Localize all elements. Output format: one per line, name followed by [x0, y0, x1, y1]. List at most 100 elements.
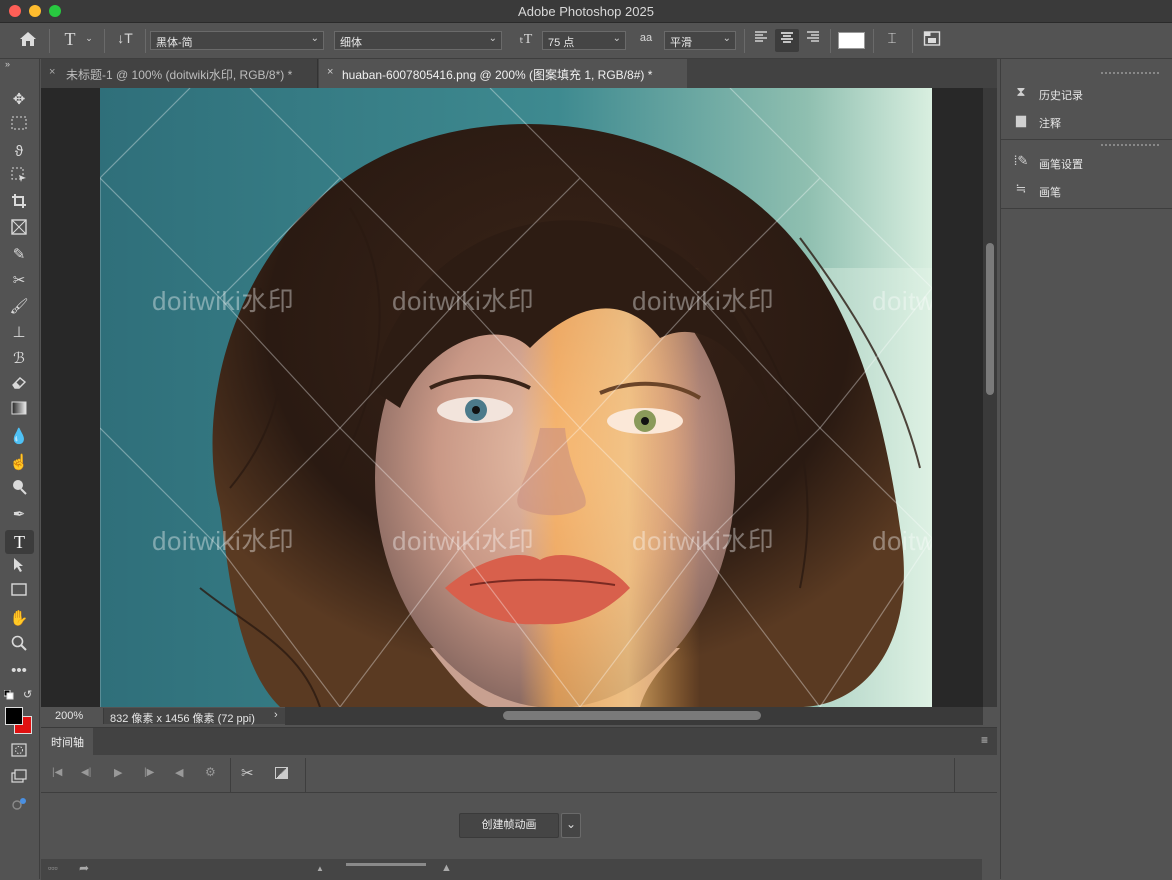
watermark-text: doitwiki水印	[632, 526, 775, 556]
horizontal-scrollbar-thumb[interactable]	[503, 711, 761, 720]
text-orientation-icon[interactable]: ↓T	[114, 30, 136, 46]
render-video-icon[interactable]: ➦	[79, 861, 89, 875]
history-icon: ⧗	[1016, 84, 1026, 99]
align-right-icon[interactable]	[802, 31, 824, 51]
panel-brush-settings[interactable]: ⁞✎ 画笔设置	[1011, 153, 1161, 173]
chevron-down-icon: ⌄	[488, 33, 497, 44]
panel-brushes[interactable]: ≒ 画笔	[1011, 181, 1161, 201]
tab-untitled-1[interactable]: × 未标题-1 @ 100% (doitwiki水印, RGB/8*) *	[41, 59, 318, 88]
watermark-text: doitwiki水印	[152, 526, 295, 556]
font-style-select[interactable]: 细体 ⌄	[334, 31, 502, 50]
tab-huaban-image[interactable]: × huaban-6007805416.png @ 200% (图案填充 1, …	[319, 59, 687, 88]
quick-mask-icon[interactable]	[8, 743, 30, 763]
antialias-select[interactable]: 平滑 ⌄	[664, 31, 736, 50]
clone-stamp-tool-icon[interactable]: ⊥	[8, 323, 30, 343]
chevron-down-icon: ⌄	[310, 33, 319, 44]
watermark-text: doitwiki水印	[872, 526, 932, 556]
right-panel-dock: ⧗ 历史记录 ▆ 注释 ⁞✎ 画笔设置 ≒ 画笔	[1000, 59, 1172, 879]
tools-panel: » ✥ ϑ ✎ ✂ 🖌 ⊥ ℬ 💧 ☝ ✒ T ✋ ••• ↺	[0, 59, 40, 879]
expand-panel-icon[interactable]: »	[5, 59, 10, 69]
warp-text-icon[interactable]: ⌶	[881, 30, 903, 47]
swap-colors-icon[interactable]: ↺	[23, 688, 32, 701]
share-icon[interactable]	[8, 796, 30, 816]
align-center-icon[interactable]	[775, 29, 799, 52]
portrait-photo	[100, 88, 932, 707]
smudge-tool-icon[interactable]: ☝	[8, 453, 30, 473]
default-colors-icon[interactable]	[3, 689, 14, 700]
watermark-text: doitwiki水印	[392, 526, 535, 556]
type-tool-preset-icon[interactable]: T	[60, 29, 80, 50]
brush-settings-icon: ⁞✎	[1013, 153, 1029, 168]
timeline-zoom-slider[interactable]	[346, 863, 426, 866]
marquee-tool-icon[interactable]	[8, 116, 30, 136]
hand-tool-icon[interactable]: ✋	[8, 609, 30, 629]
next-frame-icon[interactable]: |▶	[144, 767, 154, 778]
audio-icon[interactable]: ◀	[175, 766, 183, 779]
play-icon[interactable]: ▶	[114, 766, 122, 779]
frame-tool-icon[interactable]	[8, 219, 30, 239]
move-tool-icon[interactable]: ✥	[8, 90, 30, 110]
chevron-down-icon: ⌄	[722, 33, 731, 44]
chevron-right-icon[interactable]: ›	[274, 709, 278, 721]
object-selection-tool-icon[interactable]	[8, 167, 30, 187]
chevron-down-icon: ⌄	[612, 33, 621, 44]
brushes-icon: ≒	[1015, 181, 1027, 196]
type-tool-icon[interactable]: T	[5, 530, 34, 554]
align-left-icon[interactable]	[750, 31, 772, 51]
zoom-out-icon[interactable]: ▲	[316, 864, 324, 873]
font-size-select[interactable]: 75 点 ⌄	[542, 31, 626, 50]
timeline-panel: 时间轴 ≡ |◀ ◀| ▶ |▶ ◀ ⚙ ✂ 创建帧动画 ⌄ ▫▫▫ ➦ ▲ ▲	[41, 727, 997, 880]
eyedropper-tool-icon[interactable]: ✎	[8, 245, 30, 265]
horizontal-scrollbar[interactable]	[285, 707, 983, 725]
watermark-text: doitwiki水印	[632, 286, 775, 316]
foreground-color-swatch[interactable]	[5, 707, 23, 725]
text-color-swatch[interactable]	[838, 32, 865, 49]
font-size-icon: ₜT	[519, 32, 533, 47]
brush-tool-icon[interactable]: 🖌	[8, 297, 30, 317]
eraser-tool-icon[interactable]	[8, 375, 30, 395]
blur-tool-icon[interactable]: 💧	[8, 427, 30, 447]
font-family-select[interactable]: 黑体-简 ⌄	[150, 31, 324, 50]
more-tools-icon[interactable]: •••	[8, 661, 30, 681]
pen-tool-icon[interactable]: ✒	[8, 505, 30, 525]
watermark-text: doitwiki水印	[152, 286, 295, 316]
first-frame-icon[interactable]: |◀	[52, 767, 62, 778]
chevron-down-icon[interactable]: ⌄	[561, 813, 581, 838]
vertical-scrollbar[interactable]	[983, 88, 997, 707]
tab-timeline[interactable]: 时间轴	[51, 734, 84, 750]
options-bar: T ⌄ ↓T 黑体-简 ⌄ 细体 ⌄ ₜT 75 点 ⌄ aa 平滑 ⌄ ⌶	[0, 23, 1172, 59]
document-tab-bar: × 未标题-1 @ 100% (doitwiki水印, RGB/8*) * × …	[41, 59, 997, 88]
home-icon[interactable]	[17, 31, 39, 51]
antialias-icon: aa	[639, 32, 653, 44]
character-panel-icon[interactable]	[921, 30, 943, 50]
close-tab-icon[interactable]: ×	[327, 66, 333, 78]
transition-icon[interactable]	[275, 767, 288, 779]
zoom-in-icon[interactable]: ▲	[441, 862, 452, 874]
chevron-down-icon[interactable]: ⌄	[84, 33, 94, 44]
close-tab-icon[interactable]: ×	[49, 66, 55, 78]
dodge-tool-icon[interactable]	[8, 479, 30, 499]
crop-tool-icon[interactable]	[8, 193, 30, 213]
zoom-tool-icon[interactable]	[8, 635, 30, 655]
panel-notes[interactable]: ▆ 注释	[1011, 112, 1161, 132]
create-frame-animation-button[interactable]: 创建帧动画	[459, 813, 559, 838]
panel-menu-icon[interactable]: ≡	[981, 733, 988, 747]
split-scissors-icon[interactable]: ✂	[241, 764, 254, 782]
healing-brush-tool-icon[interactable]: ✂	[8, 271, 30, 291]
screen-mode-icon[interactable]	[8, 769, 30, 789]
lasso-tool-icon[interactable]: ϑ	[8, 142, 30, 162]
app-title: Adobe Photoshop 2025	[518, 4, 654, 19]
convert-frames-icon[interactable]: ▫▫▫	[48, 863, 58, 873]
history-brush-tool-icon[interactable]: ℬ	[8, 349, 30, 369]
zoom-level[interactable]: 200%	[55, 710, 83, 722]
image-canvas[interactable]: doitwiki水印 doitwiki水印 doitwiki水印 doitwik…	[100, 88, 932, 707]
gradient-tool-icon[interactable]	[8, 401, 30, 421]
rectangle-tool-icon[interactable]	[8, 583, 30, 603]
previous-frame-icon[interactable]: ◀|	[81, 767, 91, 778]
panel-history[interactable]: ⧗ 历史记录	[1011, 84, 1161, 104]
path-selection-tool-icon[interactable]	[8, 557, 30, 577]
notes-icon: ▆	[1016, 112, 1026, 127]
settings-gear-icon[interactable]: ⚙	[205, 765, 216, 779]
vertical-scrollbar-thumb[interactable]	[986, 243, 994, 395]
status-bar: 200% 832 像素 x 1456 像素 (72 ppi) ›	[41, 707, 997, 725]
